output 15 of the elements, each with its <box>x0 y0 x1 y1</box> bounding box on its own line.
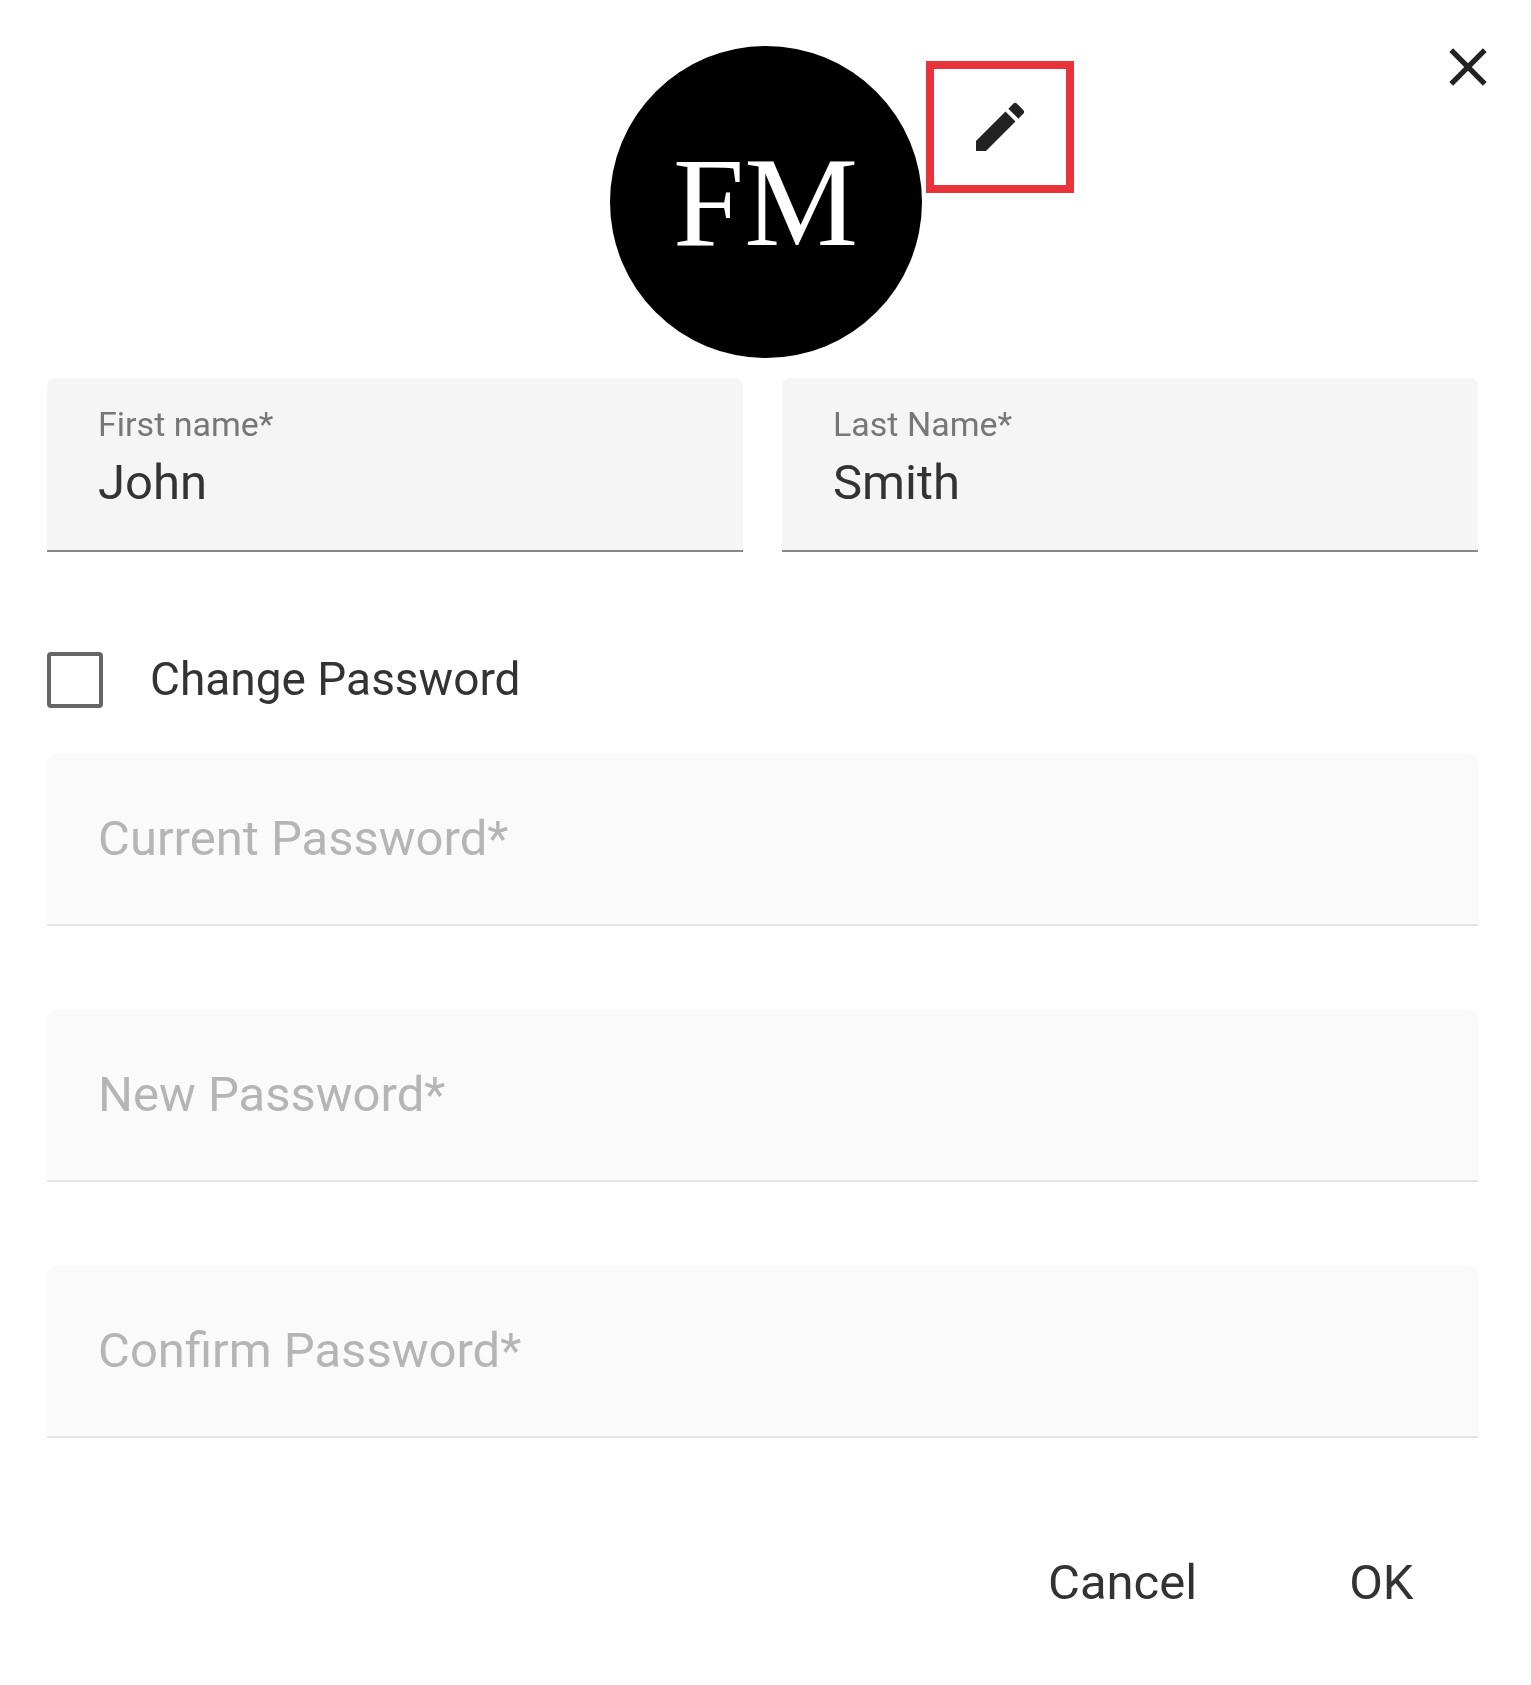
checkbox[interactable] <box>47 651 103 708</box>
text-field[interactable]: Last Name* Smith <box>782 378 1478 552</box>
field-value: John <box>98 453 209 513</box>
avatar: FM <box>609 46 922 358</box>
field-label: Last Name* <box>833 403 1014 446</box>
change-password-label: Change Password <box>150 651 521 708</box>
field-placeholder: Confirm Password* <box>98 1321 522 1382</box>
field-placeholder: New Password* <box>98 1065 446 1126</box>
dialog-button[interactable]: OK <box>1311 1548 1452 1616</box>
edit-button[interactable] <box>926 61 1074 193</box>
field-placeholder: Current Password* <box>98 809 509 870</box>
dialog-button[interactable]: Cancel <box>1010 1548 1236 1616</box>
text-field[interactable]: First name* John <box>47 378 743 552</box>
field-label: First name* <box>98 403 275 446</box>
field-value: Smith <box>833 453 961 513</box>
